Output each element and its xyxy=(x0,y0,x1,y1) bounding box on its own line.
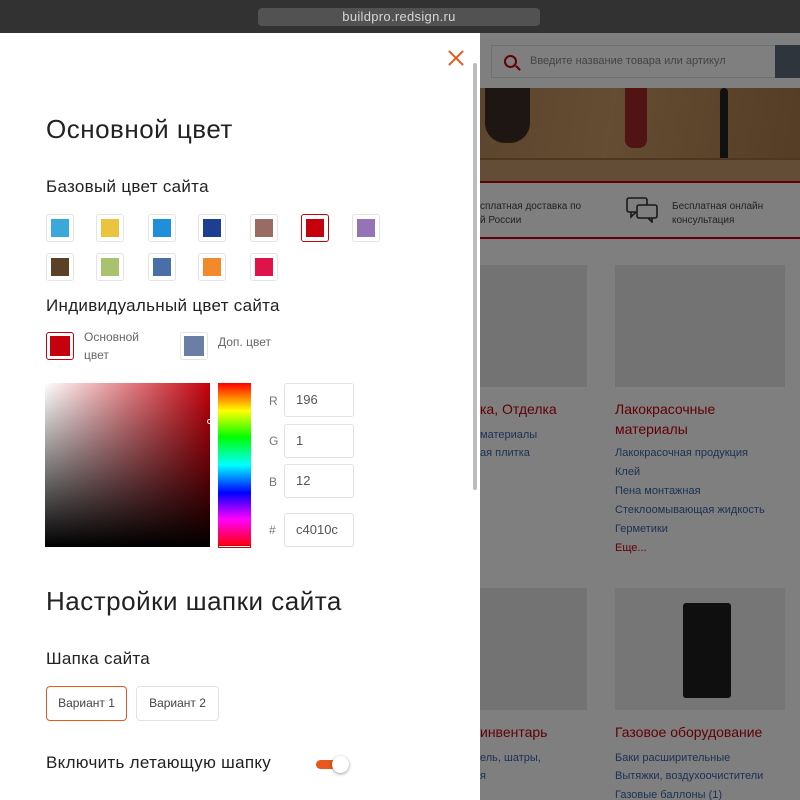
hex-label: # xyxy=(269,523,276,537)
g-input[interactable]: 1 xyxy=(284,424,354,458)
color-swatch-fill xyxy=(255,219,273,237)
color-swatch-fill xyxy=(101,258,119,276)
color-swatch-fill xyxy=(51,258,69,276)
picker-handle[interactable] xyxy=(207,419,212,424)
color-swatch[interactable] xyxy=(352,214,380,242)
color-swatch-fill xyxy=(203,219,221,237)
color-swatch-fill xyxy=(153,258,171,276)
main-color-swatch[interactable] xyxy=(46,332,74,360)
b-input[interactable]: 12 xyxy=(284,464,354,498)
extra-color-label: Доп. цвет xyxy=(218,335,271,349)
panel-title: Основной цвет xyxy=(46,114,233,144)
color-swatch-fill xyxy=(255,258,273,276)
color-swatch[interactable] xyxy=(46,253,74,281)
header-settings-title: Настройки шапки сайта xyxy=(46,586,342,616)
color-swatch[interactable] xyxy=(96,214,124,242)
color-swatch[interactable] xyxy=(46,214,74,242)
color-swatch[interactable] xyxy=(148,253,176,281)
hex-input[interactable]: c4010c xyxy=(284,513,354,547)
toggle-knob xyxy=(332,756,349,773)
flying-header-toggle[interactable] xyxy=(316,756,350,773)
color-swatch-fill xyxy=(203,258,221,276)
color-swatch-fill xyxy=(153,219,171,237)
main-color-label: Основной цвет xyxy=(84,330,140,362)
color-swatch[interactable] xyxy=(198,253,226,281)
flying-header-label: Включить летающую шапку xyxy=(46,753,272,772)
base-color-label: Базовый цвет сайта xyxy=(46,177,209,196)
close-icon[interactable] xyxy=(446,48,466,68)
hue-slider-handle[interactable] xyxy=(218,545,251,548)
color-swatch-fill xyxy=(101,219,119,237)
color-swatch[interactable] xyxy=(250,253,278,281)
r-label: R xyxy=(269,394,278,408)
r-input[interactable]: 196 xyxy=(284,383,354,417)
url-bar[interactable]: buildpro.redsign.ru xyxy=(258,8,540,26)
hue-slider[interactable] xyxy=(218,383,251,547)
color-swatch[interactable] xyxy=(96,253,124,281)
color-swatch-fill xyxy=(357,219,375,237)
color-swatch[interactable] xyxy=(301,214,329,242)
individual-color-label: Индивидуальный цвет сайта xyxy=(46,296,280,315)
color-swatch[interactable] xyxy=(148,214,176,242)
saturation-picker[interactable] xyxy=(45,383,210,547)
variant-2-button[interactable]: Вариант 2 xyxy=(136,686,219,721)
color-swatch[interactable] xyxy=(198,214,226,242)
extra-color-swatch[interactable] xyxy=(180,332,208,360)
color-swatch-fill xyxy=(51,219,69,237)
b-label: B xyxy=(269,475,278,489)
panel-scrollbar[interactable] xyxy=(473,63,477,490)
variant-1-button[interactable]: Вариант 1 xyxy=(46,686,127,721)
color-swatch-fill xyxy=(306,219,324,237)
browser-bar: buildpro.redsign.ru xyxy=(0,0,800,33)
g-label: G xyxy=(269,434,279,448)
header-label: Шапка сайта xyxy=(46,649,151,668)
color-swatch[interactable] xyxy=(250,214,278,242)
